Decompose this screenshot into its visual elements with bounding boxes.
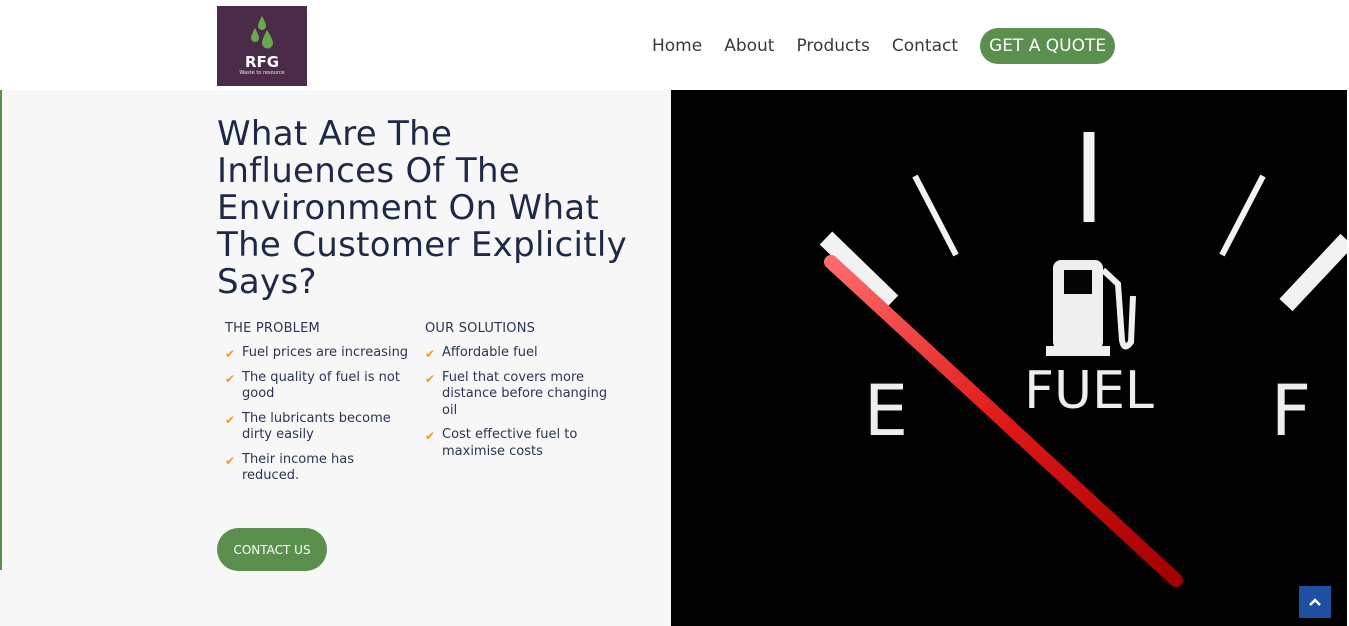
list-item: ✔ Fuel prices are increasing bbox=[225, 345, 415, 362]
nav-about[interactable]: About bbox=[724, 36, 774, 56]
fuel-gauge-image: FUEL E F bbox=[671, 90, 1347, 626]
list-item-text: The lubricants become dirty easily bbox=[242, 410, 391, 443]
check-icon: ✔ bbox=[425, 371, 436, 386]
list-item-text: Their income has reduced. bbox=[242, 451, 354, 484]
chevron-up-icon bbox=[1309, 598, 1321, 606]
solutions-column: OUR SOLUTIONS ✔ Affordable fuel ✔ Fuel t… bbox=[425, 321, 615, 468]
fuel-gauge-graphic: FUEL E F bbox=[819, 132, 1347, 587]
gauge-tick bbox=[1279, 233, 1347, 312]
site-header: RFG Waste to resource Home About Product… bbox=[0, 0, 1349, 90]
problem-title: THE PROBLEM bbox=[225, 321, 320, 336]
list-item: ✔ Affordable fuel bbox=[425, 345, 615, 362]
gauge-tick bbox=[1219, 174, 1266, 257]
list-item: ✔ Cost effective fuel to maximise costs bbox=[425, 427, 615, 460]
check-icon: ✔ bbox=[425, 347, 436, 361]
nav-home[interactable]: Home bbox=[652, 36, 702, 56]
check-icon: ✔ bbox=[225, 347, 236, 361]
fuel-label: FUEL bbox=[1024, 361, 1154, 421]
list-item: ✔ The quality of fuel is not good bbox=[225, 370, 415, 403]
contact-us-button[interactable]: CONTACT US bbox=[217, 528, 327, 571]
logo-name: RFG bbox=[244, 53, 280, 71]
get-a-quote-button[interactable]: GET A QUOTE bbox=[980, 28, 1116, 64]
check-icon: ✔ bbox=[225, 412, 236, 427]
empty-label: E bbox=[864, 370, 908, 452]
nav-contact[interactable]: Contact bbox=[892, 36, 958, 56]
list-item-text: The quality of fuel is not good bbox=[242, 369, 400, 402]
list-item: ✔ Their income has reduced. bbox=[225, 452, 415, 485]
list-item: ✔ The lubricants become dirty easily bbox=[225, 411, 415, 444]
main-nav: Home About Products Contact GET A QUOTE bbox=[652, 28, 1116, 64]
list-item-text: Fuel that covers more distance before ch… bbox=[442, 369, 608, 418]
list-item-text: Fuel prices are increasing bbox=[242, 345, 409, 360]
solutions-title: OUR SOLUTIONS bbox=[425, 321, 536, 336]
nav-products[interactable]: Products bbox=[796, 36, 869, 56]
logo-tagline: Waste to resource bbox=[239, 70, 285, 76]
water-drops-icon bbox=[251, 16, 273, 49]
page-title: What Are The Influences Of The Environme… bbox=[217, 114, 628, 302]
list-item-text: Affordable fuel bbox=[442, 345, 538, 360]
problem-column: THE PROBLEM ✔ Fuel prices are increasing… bbox=[225, 321, 415, 493]
list-item: ✔ Fuel that covers more distance before … bbox=[425, 370, 615, 420]
gauge-tick bbox=[912, 174, 959, 257]
fuel-pump-icon bbox=[1046, 260, 1136, 356]
check-icon: ✔ bbox=[425, 429, 436, 443]
full-label: F bbox=[1271, 370, 1311, 452]
scroll-to-top-button[interactable] bbox=[1299, 586, 1331, 618]
accent-line bbox=[0, 90, 2, 570]
list-item-text: Cost effective fuel to maximise costs bbox=[442, 427, 578, 459]
check-icon: ✔ bbox=[225, 453, 236, 468]
check-icon: ✔ bbox=[225, 371, 236, 386]
logo[interactable]: RFG Waste to resource bbox=[217, 6, 307, 86]
